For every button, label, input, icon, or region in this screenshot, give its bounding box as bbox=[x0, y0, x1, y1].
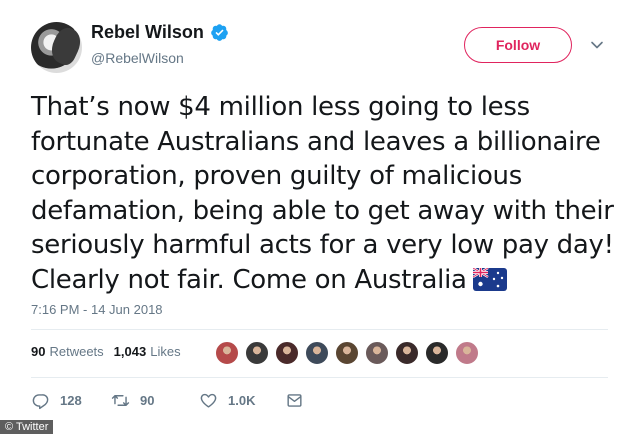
liker-avatar[interactable] bbox=[425, 341, 449, 365]
liker-avatar[interactable] bbox=[245, 341, 269, 365]
envelope-icon bbox=[287, 394, 302, 407]
engagement-stats: 90 Retweets 1,043 Likes bbox=[31, 344, 191, 359]
tweet-timestamp[interactable]: 7:16 PM - 14 Jun 2018 bbox=[31, 302, 163, 317]
liker-avatar[interactable] bbox=[275, 341, 299, 365]
tweet-card: Rebel Wilson @RebelWilson Follow That’s … bbox=[0, 0, 634, 434]
retweets-count: 90 bbox=[31, 344, 46, 359]
tweet-text: That’s now $4 million less going to less… bbox=[31, 90, 621, 297]
liker-avatars bbox=[215, 341, 485, 365]
heart-icon bbox=[200, 393, 217, 408]
retweet-count: 90 bbox=[140, 393, 155, 408]
liker-avatar[interactable] bbox=[395, 341, 419, 365]
tweet-line: Clearly not fair. Come on Australia bbox=[31, 263, 621, 298]
tweet-actions: 128 90 1.0K bbox=[31, 391, 304, 410]
reply-icon bbox=[32, 394, 49, 410]
verified-badge-icon bbox=[211, 24, 228, 41]
like-count: 1.0K bbox=[228, 393, 256, 408]
liker-avatar[interactable] bbox=[455, 341, 479, 365]
divider bbox=[31, 329, 608, 330]
chevron-down-icon[interactable] bbox=[590, 38, 604, 52]
liker-avatar[interactable] bbox=[365, 341, 389, 365]
tweet-line: fortunate Australians and leaves a billi… bbox=[31, 126, 601, 157]
liker-avatar[interactable] bbox=[215, 341, 239, 365]
avatar[interactable] bbox=[31, 22, 82, 73]
liker-avatar[interactable] bbox=[335, 341, 359, 365]
likes-stat[interactable]: 1,043 Likes bbox=[114, 344, 181, 359]
follow-button[interactable]: Follow bbox=[464, 27, 572, 63]
tweet-line: That’s now $4 million less going to less bbox=[31, 92, 530, 122]
australia-flag-icon bbox=[472, 267, 507, 291]
likes-label: Likes bbox=[150, 344, 181, 359]
retweet-icon bbox=[111, 395, 130, 406]
tweet-line: corporation, proven guilty of malicious bbox=[31, 161, 522, 191]
retweets-stat[interactable]: 90 Retweets bbox=[31, 344, 104, 359]
display-name[interactable]: Rebel Wilson bbox=[91, 22, 204, 43]
like-button[interactable]: 1.0K bbox=[199, 391, 285, 410]
retweets-label: Retweets bbox=[49, 344, 104, 359]
user-handle[interactable]: @RebelWilson bbox=[91, 50, 184, 66]
tweet-line: seriously harmful acts for a very low pa… bbox=[31, 230, 614, 260]
retweet-button[interactable]: 90 bbox=[111, 391, 199, 410]
user-name-row: Rebel Wilson bbox=[91, 22, 229, 43]
tweet-line: defamation, being able to get away with … bbox=[31, 195, 614, 226]
tweet-line-text: Clearly not fair. Come on Australia bbox=[31, 264, 467, 295]
reply-button[interactable]: 128 bbox=[31, 391, 111, 410]
likes-count: 1,043 bbox=[113, 344, 147, 359]
direct-message-button[interactable] bbox=[285, 391, 304, 410]
liker-avatar[interactable] bbox=[305, 341, 329, 365]
divider bbox=[31, 377, 608, 378]
image-credit: © Twitter bbox=[0, 420, 54, 434]
reply-count: 128 bbox=[60, 393, 82, 408]
